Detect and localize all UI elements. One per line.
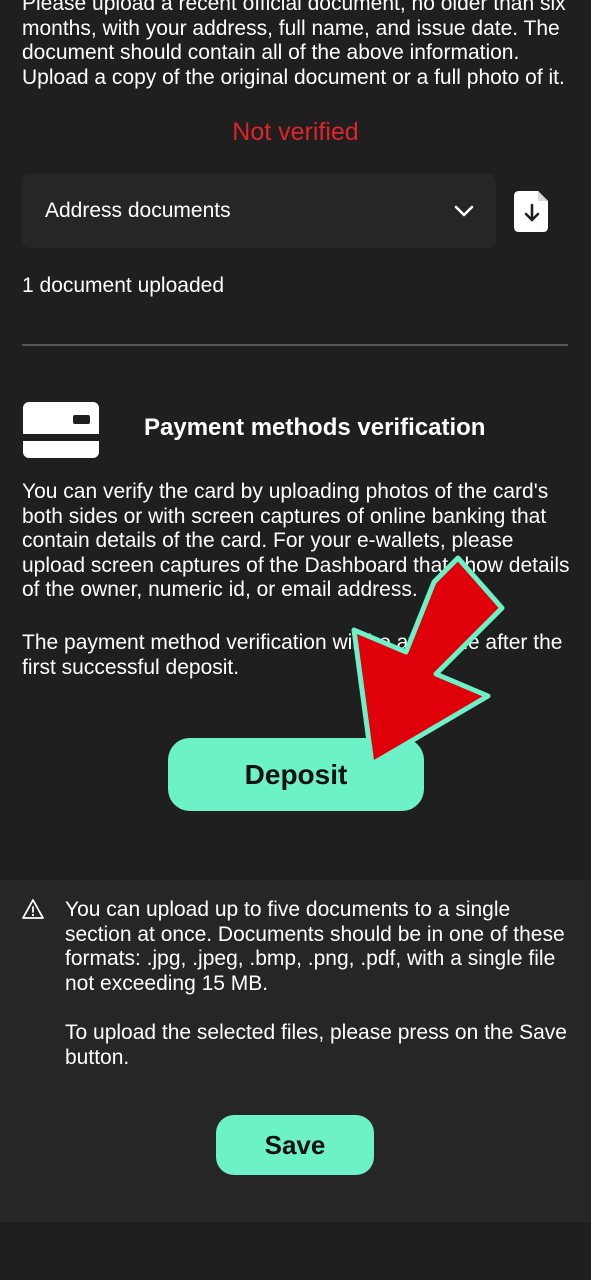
verification-status: Not verified [232, 118, 359, 146]
payment-methods-title: Payment methods verification [144, 414, 486, 441]
upload-limits-text: You can upload up to five documents to a… [65, 898, 565, 995]
document-type-selected: Address documents [45, 199, 231, 222]
chevron-down-icon [454, 205, 474, 217]
warning-triangle-icon [22, 899, 44, 919]
deposit-button[interactable]: Deposit [168, 738, 424, 811]
document-type-select[interactable]: Address documents [22, 174, 496, 248]
save-button[interactable]: Save [216, 1115, 374, 1175]
file-download-icon[interactable] [513, 189, 551, 234]
credit-card-icon [23, 402, 99, 458]
payment-methods-description: You can verify the card by uploading pho… [22, 480, 570, 601]
payment-methods-note: The payment method verification will be … [22, 631, 563, 679]
address-instructions: Please upload a recent official document… [22, 0, 566, 89]
section-divider [22, 344, 568, 346]
save-hint-text: To upload the selected files, please pre… [65, 1021, 567, 1069]
uploaded-count: 1 document uploaded [22, 274, 224, 297]
